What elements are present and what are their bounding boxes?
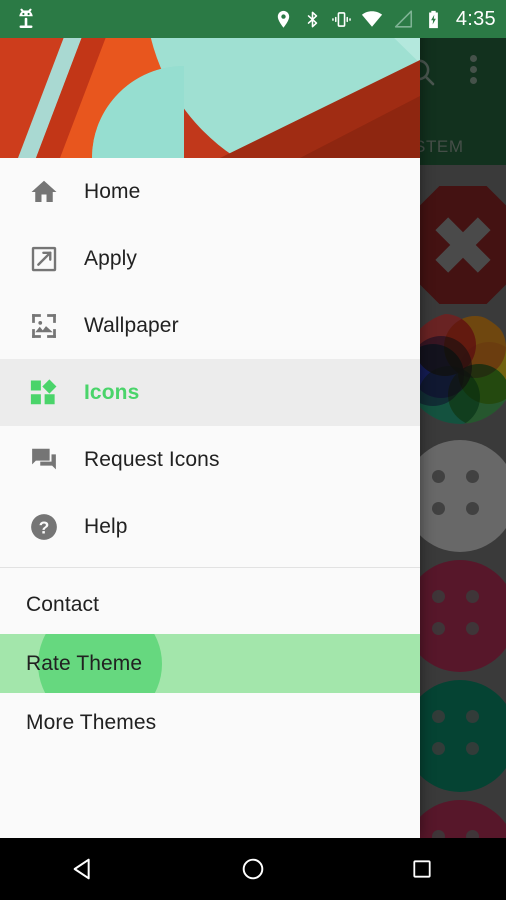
recents-button[interactable] [387, 838, 457, 900]
home-button[interactable] [218, 838, 288, 900]
home-icon [26, 174, 62, 210]
drawer-item-rate-theme[interactable]: Rate Theme [0, 634, 420, 693]
drawer-item-label: Request Icons [84, 447, 220, 471]
drawer-item-label: Home [84, 179, 141, 203]
drawer-item-label: Rate Theme [26, 651, 143, 675]
drawer-item-apply[interactable]: Apply [0, 225, 420, 292]
drawer-item-label: Apply [84, 246, 138, 270]
app-notification-icon [13, 6, 39, 32]
navigation-drawer: Home Apply Wallpaper Icons Request Icons… [0, 0, 420, 838]
system-navigation-bar [0, 838, 506, 900]
drawer-item-home[interactable]: Home [0, 158, 420, 225]
drawer-item-label: Icons [84, 380, 140, 404]
clock-label: 4:35 [455, 7, 496, 30]
help-circle-icon: ? [26, 509, 62, 545]
battery-charging-icon [423, 9, 444, 30]
drawer-section-divider [0, 567, 420, 568]
drawer-item-label: Wallpaper [84, 313, 179, 337]
drawer-item-icons[interactable]: Icons [0, 359, 420, 426]
drawer-item-wallpaper[interactable]: Wallpaper [0, 292, 420, 359]
vibrate-icon [331, 9, 352, 30]
image-icon [26, 308, 62, 344]
icon-pack-icon [26, 375, 62, 411]
cell-signal-icon [392, 8, 414, 30]
location-icon [273, 9, 294, 30]
phone-screen: STEM Home Apply Wallpaper Icons Request … [0, 0, 506, 900]
drawer-item-more-themes[interactable]: More Themes [0, 693, 420, 752]
drawer-menu-list: Home Apply Wallpaper Icons Request Icons… [0, 158, 420, 838]
drawer-item-contact[interactable]: Contact [0, 575, 420, 634]
bluetooth-icon [303, 10, 322, 29]
back-button[interactable] [49, 838, 119, 900]
status-bar: 4:35 [0, 0, 506, 38]
drawer-item-label: Help [84, 514, 128, 538]
drawer-item-help[interactable]: ? Help [0, 493, 420, 560]
drawer-item-label: More Themes [26, 710, 157, 734]
open-in-new-icon [26, 241, 62, 277]
drawer-item-label: Contact [26, 592, 100, 616]
wifi-icon [361, 8, 383, 30]
forum-icon [26, 442, 62, 478]
drawer-item-request-icons[interactable]: Request Icons [0, 426, 420, 493]
svg-text:?: ? [39, 517, 50, 537]
